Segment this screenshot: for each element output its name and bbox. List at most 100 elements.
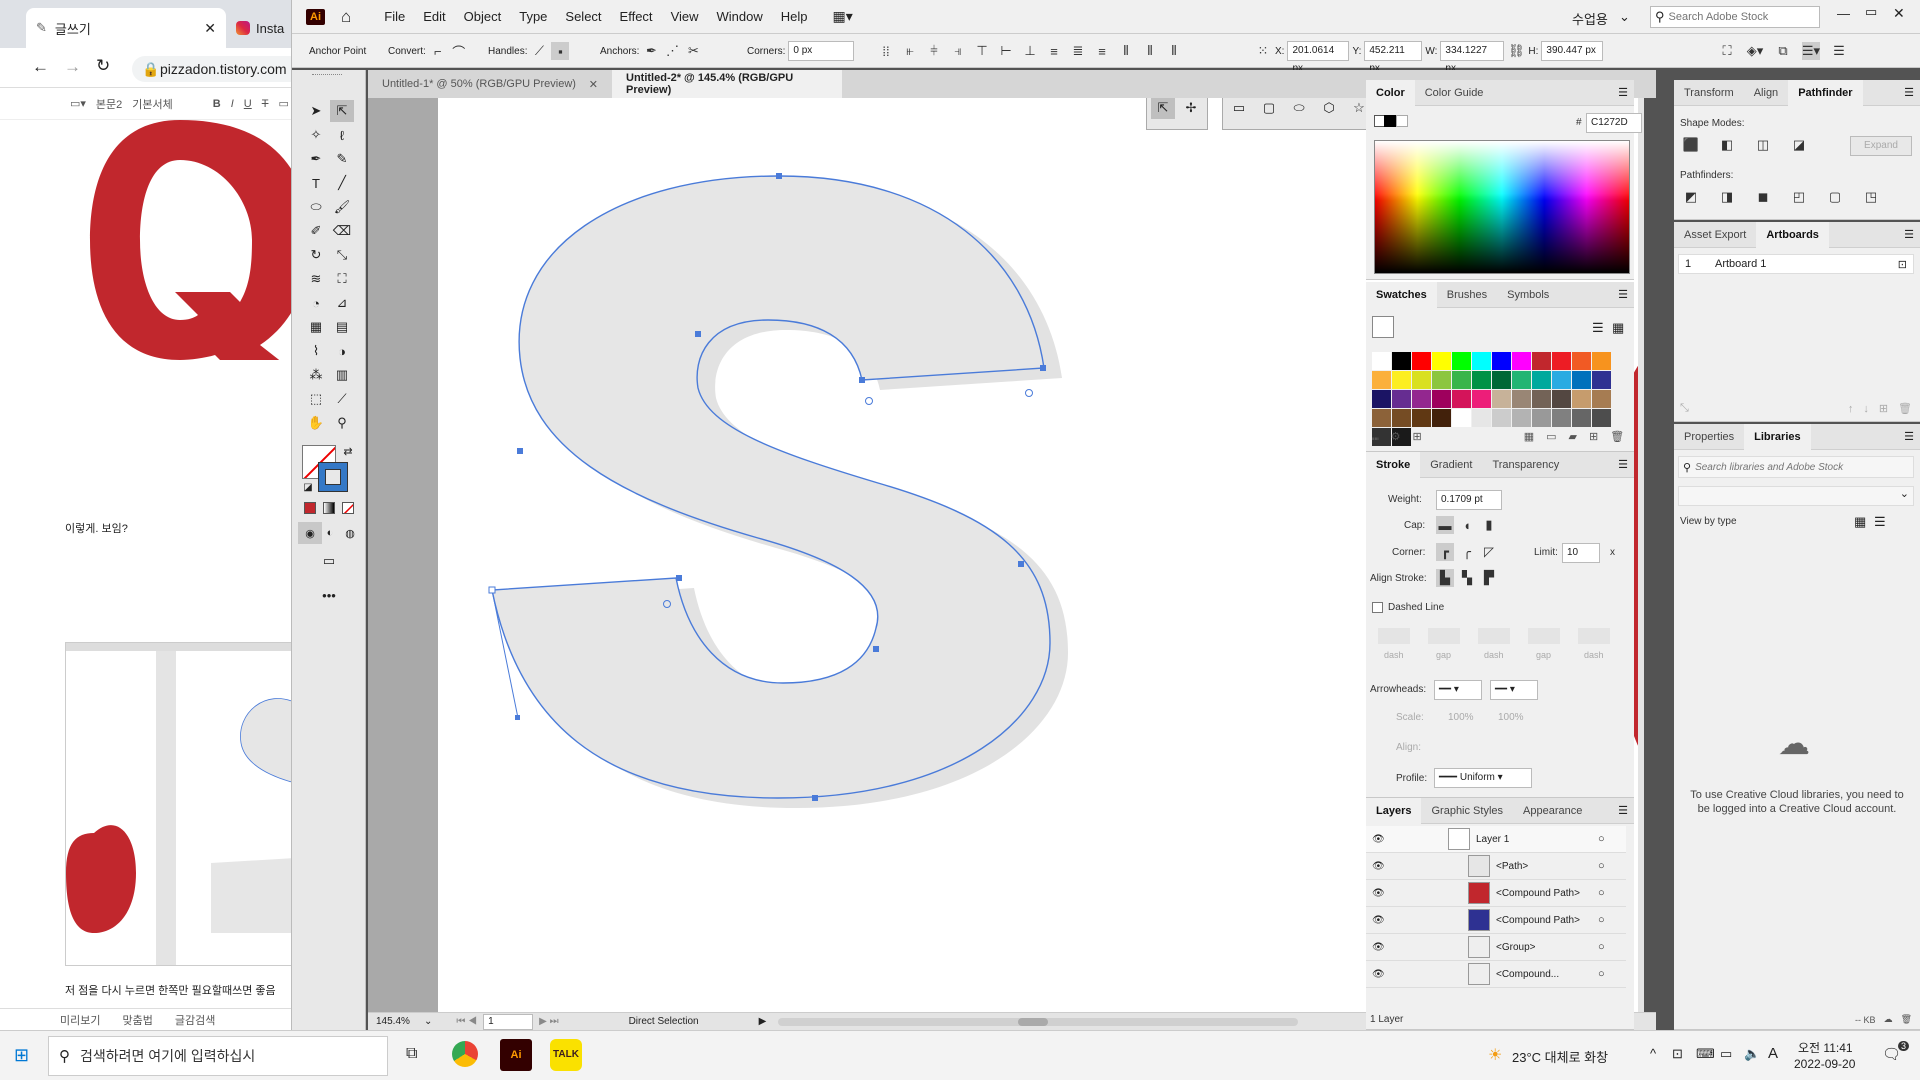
swatch-grid[interactable]: [1372, 352, 1628, 446]
image-icon[interactable]: ▭▾: [70, 97, 86, 110]
swatch-46[interactable]: [1572, 409, 1591, 427]
tab-properties[interactable]: Properties: [1674, 424, 1744, 450]
hand-tool-icon[interactable]: ✋: [304, 412, 328, 434]
trim-icon[interactable]: ◨: [1718, 188, 1736, 206]
align-inside-stroke-icon[interactable]: ▚: [1458, 569, 1476, 587]
tray-chevron-icon[interactable]: ^: [1650, 1046, 1656, 1061]
polygon-tool-icon[interactable]: ⬡: [1317, 98, 1341, 119]
corners-input[interactable]: 0 px: [788, 41, 855, 61]
eyedropper-tool-icon[interactable]: ⌇: [304, 340, 328, 362]
workspace-switcher[interactable]: 수업용: [1572, 9, 1608, 28]
menu-object[interactable]: Object: [464, 9, 502, 24]
convert-corner-icon[interactable]: ⌐: [429, 42, 447, 60]
italic-button[interactable]: I: [231, 98, 234, 110]
swatch-0[interactable]: [1372, 352, 1391, 370]
unite-icon[interactable]: ⬛: [1682, 136, 1700, 154]
distribute-hcenter-icon[interactable]: ⦀: [1141, 42, 1159, 60]
type-tool-icon[interactable]: T: [304, 172, 328, 194]
blend-tool-icon[interactable]: ◑: [330, 340, 354, 362]
convert-smooth-icon[interactable]: ⌒: [450, 42, 468, 60]
tab-align[interactable]: Align: [1744, 80, 1788, 106]
horizontal-scrollbar[interactable]: [778, 1017, 1299, 1026]
visibility-eye-icon[interactable]: 👁: [1372, 969, 1385, 980]
default-fill-stroke-icon[interactable]: ◪: [296, 476, 320, 498]
kakaotalk-icon[interactable]: TALK: [550, 1039, 582, 1071]
source-search-button[interactable]: 글감검색: [175, 1012, 215, 1028]
end-arrowhead-select[interactable]: ━━ ▾: [1490, 680, 1538, 700]
swatch-library-icon[interactable]: ⑉: [1372, 431, 1379, 443]
swatch-32[interactable]: [1532, 390, 1551, 408]
distribute-right-icon[interactable]: ⫴: [1165, 42, 1183, 60]
panel-menu-icon[interactable]: ☰: [1904, 430, 1914, 443]
remove-anchor-icon[interactable]: ✒: [642, 42, 660, 60]
rectangle-tool-icon[interactable]: ▭: [1227, 98, 1251, 119]
clock-date[interactable]: 2022-09-20: [1794, 1057, 1855, 1071]
artboard-row[interactable]: 1 Artboard 1 ⊡: [1678, 254, 1914, 274]
browser-tab-writing[interactable]: ✎ 글쓰기 ✕: [26, 8, 226, 48]
swatch-4[interactable]: [1452, 352, 1471, 370]
swatch-2[interactable]: [1412, 352, 1431, 370]
panel-menu-icon[interactable]: ☰: [1618, 804, 1628, 817]
rounded-rectangle-tool-icon[interactable]: ▢: [1257, 98, 1281, 119]
shape-builder-tool-icon[interactable]: ◔: [304, 292, 328, 314]
bold-button[interactable]: B: [213, 98, 221, 110]
swatch-1[interactable]: [1392, 352, 1411, 370]
library-search[interactable]: ⚲: [1678, 456, 1914, 478]
swap-fill-stroke-icon[interactable]: ⇄: [336, 440, 360, 462]
swatch-kind-icon[interactable]: ⚙: [1391, 430, 1401, 443]
anchor-tool-icon[interactable]: ✢: [1179, 98, 1203, 119]
edit-group-icon[interactable]: ▭: [1546, 430, 1556, 443]
swatch-20[interactable]: [1532, 371, 1551, 389]
visibility-eye-icon[interactable]: 👁: [1372, 942, 1385, 953]
dashed-line-checkbox[interactable]: [1372, 602, 1383, 613]
visibility-eye-icon[interactable]: 👁: [1372, 834, 1385, 845]
h-input[interactable]: 390.447 px: [1541, 41, 1604, 61]
screen-mode-icon[interactable]: ▭: [317, 550, 341, 572]
perspective-tool-icon[interactable]: ⊿: [330, 292, 354, 314]
ime-indicator[interactable]: A: [1768, 1045, 1778, 1062]
tab-gradient[interactable]: Gradient: [1420, 452, 1482, 478]
round-join-icon[interactable]: ╭: [1458, 543, 1476, 561]
move-down-icon[interactable]: ↓: [1863, 403, 1869, 415]
swatch-9[interactable]: [1552, 352, 1571, 370]
panel-menu-icon[interactable]: ☰: [1618, 458, 1628, 471]
layer-row[interactable]: 👁 <Compound Path> ○: [1366, 880, 1626, 907]
swatch-8[interactable]: [1532, 352, 1551, 370]
exclude-icon[interactable]: ◪: [1790, 136, 1808, 154]
layer-row[interactable]: 👁 <Compound... ○: [1366, 961, 1626, 988]
list-view-icon[interactable]: ☰: [1592, 320, 1604, 336]
rotate-tool-icon[interactable]: ↻: [304, 244, 328, 266]
swatch-17[interactable]: [1472, 371, 1491, 389]
preview-button[interactable]: 미리보기: [60, 1012, 100, 1028]
paintbrush-tool-icon[interactable]: 🖌: [330, 196, 354, 218]
layer-row[interactable]: 👁 Layer 1 ○: [1366, 826, 1626, 853]
tab-close-icon[interactable]: ✕: [204, 20, 216, 37]
y-input[interactable]: 452.211 px: [1364, 41, 1423, 74]
hide-handles-icon[interactable]: ▪: [551, 42, 570, 60]
post-content[interactable]: 이렇게. 보임? 저 점을 다시 누르면 한쪽만 필요할때쓰면 좋음: [0, 120, 291, 1010]
color-mode-icon[interactable]: [304, 502, 316, 514]
address-bar[interactable]: 🔒 pizzadon.tistory.com: [132, 56, 291, 82]
clock-time[interactable]: 오전 11:41: [1798, 1039, 1853, 1056]
swatch-6[interactable]: [1492, 352, 1511, 370]
doc-tab-untitled-2[interactable]: Untitled-2* @ 145.4% (RGB/GPU Preview): [612, 70, 842, 98]
shaper-tool-icon[interactable]: ✐: [304, 220, 328, 242]
strike-button[interactable]: T: [262, 98, 269, 110]
white-swatch-icon[interactable]: [1396, 115, 1408, 127]
target-icon[interactable]: ○: [1598, 968, 1605, 980]
style-select[interactable]: 기본서체: [132, 96, 172, 112]
tab-color[interactable]: Color: [1366, 79, 1415, 106]
magic-wand-tool-icon[interactable]: ✧: [304, 124, 328, 146]
swatch-23[interactable]: [1592, 371, 1611, 389]
swatch-28[interactable]: [1452, 390, 1471, 408]
minus-back-icon[interactable]: ◳: [1862, 188, 1880, 206]
visibility-eye-icon[interactable]: 👁: [1372, 888, 1385, 899]
cut-path-icon[interactable]: ✂: [684, 42, 702, 60]
ellipse-tool-icon[interactable]: ⬭: [1287, 98, 1311, 119]
intersect-icon[interactable]: ◫: [1754, 136, 1772, 154]
swatch-40[interactable]: [1452, 409, 1471, 427]
close-icon[interactable]: ✕: [1893, 5, 1905, 22]
swatch-14[interactable]: [1412, 371, 1431, 389]
projecting-cap-icon[interactable]: ▮: [1480, 516, 1498, 534]
artboard-options-icon[interactable]: ⊡: [1898, 258, 1907, 271]
